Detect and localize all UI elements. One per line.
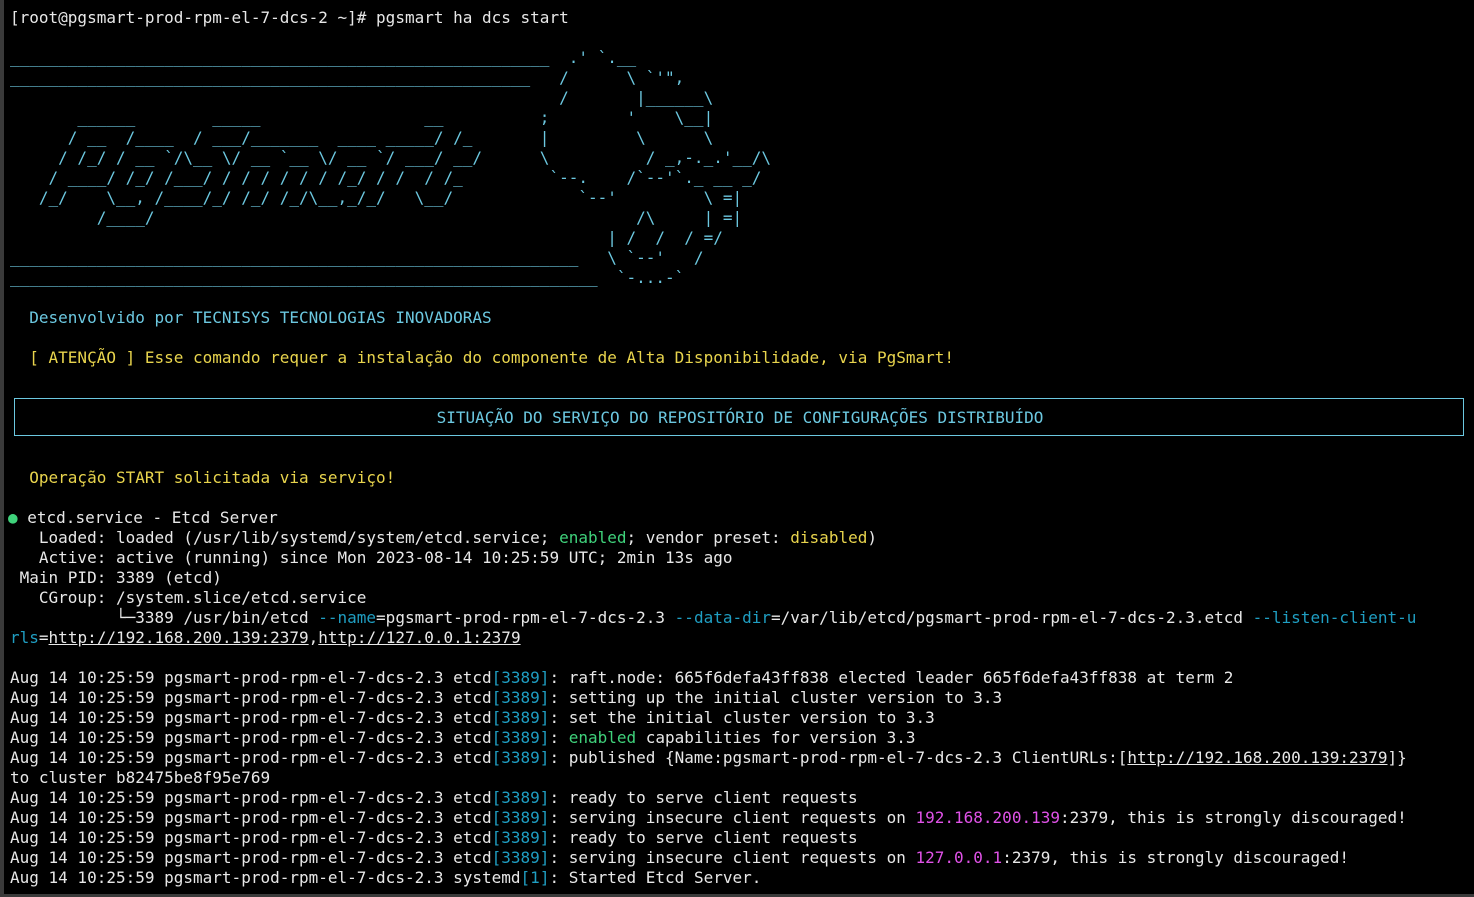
log-pid: [3389] (491, 808, 550, 827)
operation-message: Operação START solicitada via serviço! (10, 468, 396, 487)
banner-line: ________________________________________… (10, 248, 704, 267)
banner-line: / |______\ (10, 88, 714, 107)
log-prefix: Aug 14 10:25:59 pgsmart-prod-rpm-el-7-dc… (10, 688, 492, 707)
window-left-border (0, 0, 4, 897)
log-pid: [3389] (491, 748, 550, 767)
log-pid: [3389] (491, 848, 550, 867)
banner-line: / __ /____ / ___/_______ ____ _____/ /_ … (10, 128, 714, 147)
loaded-text: Loaded: loaded (/usr/lib/systemd/system/… (10, 528, 560, 547)
disabled-status: disabled (790, 528, 868, 547)
process-path: └─3389 /usr/bin/etcd (10, 608, 319, 627)
log-line: Aug 14 10:25:59 pgsmart-prod-rpm-el-7-dc… (10, 808, 1407, 828)
log-message: capabilities for version 3.3 (636, 728, 916, 747)
log-pid: [3389] (491, 668, 550, 687)
equals-sign: = (38, 628, 49, 647)
service-loaded-line: Loaded: loaded (/usr/lib/systemd/system/… (10, 528, 877, 548)
log-line: Aug 14 10:25:59 pgsmart-prod-rpm-el-7-dc… (10, 728, 916, 748)
log-line: Aug 14 10:25:59 pgsmart-prod-rpm-el-7-dc… (10, 668, 1233, 688)
service-unit-line: ● etcd.service - Etcd Server (8, 508, 278, 528)
log-line: Aug 14 10:25:59 pgsmart-prod-rpm-el-7-dc… (10, 708, 935, 728)
log-message: : ready to serve client requests (549, 788, 858, 807)
option-listen-client-urls-cont: rls (10, 628, 39, 647)
log-prefix: Aug 14 10:25:59 pgsmart-prod-rpm-el-7-dc… (10, 828, 492, 847)
log-message-end: :2379, this is strongly discouraged! (1059, 808, 1407, 827)
log-enabled-word: enabled (568, 728, 637, 747)
log-message: : published {Name:pgsmart-prod-rpm-el-7-… (549, 748, 1128, 767)
log-prefix: Aug 14 10:25:59 pgsmart-prod-rpm-el-7-dc… (10, 668, 492, 687)
service-process-line: └─3389 /usr/bin/etcd --name=pgsmart-prod… (10, 608, 1416, 628)
client-url-link[interactable]: http://127.0.0.1:2379 (318, 628, 520, 647)
log-line: Aug 14 10:25:59 pgsmart-prod-rpm-el-7-dc… (10, 748, 1407, 768)
log-message: : serving insecure client requests on (549, 848, 916, 867)
service-process-line-cont: rls=http://192.168.200.139:2379,http://1… (10, 628, 521, 648)
banner-line: ______ _____ __ ; ' \__| (10, 108, 714, 127)
log-prefix: Aug 14 10:25:59 pgsmart-prod-rpm-el-7-dc… (10, 728, 492, 747)
option-data-dir: --data-dir (674, 608, 771, 627)
comma-separator: , (308, 628, 319, 647)
log-prefix: Aug 14 10:25:59 pgsmart-prod-rpm-el-7-dc… (10, 748, 492, 767)
warning-message: [ ATENÇÃO ] Esse comando requer a instal… (10, 348, 955, 367)
log-pid: [3389] (491, 828, 550, 847)
service-cgroup-line: CGroup: /system.slice/etcd.service (10, 588, 367, 607)
banner-line: ________________________________________… (10, 48, 637, 67)
loaded-close: ) (867, 528, 877, 547)
log-line: Aug 14 10:25:59 pgsmart-prod-rpm-el-7-dc… (10, 828, 858, 848)
log-pid: [3389] (491, 708, 550, 727)
log-message: : Started Etcd Server. (549, 868, 762, 887)
log-message: : setting up the initial cluster version… (549, 688, 1003, 707)
vendor-preset-text: ; vendor preset: (626, 528, 791, 547)
enabled-status: enabled (559, 528, 627, 547)
banner-line: /____/ /\ | =| (10, 208, 743, 227)
client-url-link[interactable]: http://192.168.200.139:2379 (1127, 748, 1387, 767)
shell-prompt-line: [root@pgsmart-prod-rpm-el-7-dcs-2 ~]# pg… (10, 8, 569, 27)
log-line: Aug 14 10:25:59 pgsmart-prod-rpm-el-7-dc… (10, 788, 858, 808)
developer-credit: Desenvolvido por TECNISYS TECNOLOGIAS IN… (10, 308, 492, 327)
log-pid: [3389] (491, 788, 550, 807)
log-line: Aug 14 10:25:59 pgsmart-prod-rpm-el-7-dc… (10, 848, 1349, 868)
log-line: Aug 14 10:25:59 pgsmart-prod-rpm-el-7-dc… (10, 688, 1002, 708)
log-prefix: Aug 14 10:25:59 pgsmart-prod-rpm-el-7-dc… (10, 788, 492, 807)
option-listen-client-urls: --listen-client-u (1252, 608, 1417, 627)
service-active-line: Active: active (running) since Mon 2023-… (10, 548, 733, 567)
status-dot-icon: ● (8, 508, 18, 527)
log-ip-address: 127.0.0.1 (915, 848, 1003, 867)
log-ip-address: 192.168.200.139 (915, 808, 1060, 827)
service-pid-line: Main PID: 3389 (etcd) (10, 568, 222, 587)
log-pid: [1] (520, 868, 550, 887)
log-prefix: Aug 14 10:25:59 pgsmart-prod-rpm-el-7-dc… (10, 868, 521, 887)
log-message: : ready to serve client requests (549, 828, 858, 847)
service-unit-name: etcd.service - Etcd Server (17, 508, 278, 527)
log-message: : set the initial cluster version to 3.3 (549, 708, 935, 727)
log-pid: [3389] (491, 688, 550, 707)
option-name: --name (318, 608, 377, 627)
log-line: Aug 14 10:25:59 pgsmart-prod-rpm-el-7-dc… (10, 868, 761, 888)
banner-line: ________________________________________… (10, 268, 685, 287)
terminal-window[interactable]: [root@pgsmart-prod-rpm-el-7-dcs-2 ~]# pg… (0, 0, 1474, 897)
option-name-value: =pgsmart-prod-rpm-el-7-dcs-2.3 (376, 608, 675, 627)
banner-line: ________________________________________… (10, 68, 685, 87)
log-message: : serving insecure client requests on (549, 808, 916, 827)
log-message: : raft.node: 665f6defa43ff838 elected le… (549, 668, 1234, 687)
banner-line: /_/ \__, /____/_/ /_/ /_/\__,_/_/ \__/ `… (10, 188, 743, 207)
log-prefix: Aug 14 10:25:59 pgsmart-prod-rpm-el-7-dc… (10, 848, 492, 867)
service-status-header-title: SITUAÇÃO DO SERVIÇO DO REPOSITÓRIO DE CO… (436, 408, 1044, 427)
log-colon: : (549, 728, 569, 747)
option-data-dir-value: =/var/lib/etcd/pgsmart-prod-rpm-el-7-dcs… (771, 608, 1253, 627)
client-url-link[interactable]: http://192.168.200.139:2379 (49, 628, 309, 647)
banner-line: | / / / =/ (10, 228, 723, 247)
log-line-cont: to cluster b82475be8f95e769 (10, 768, 271, 787)
log-message-end: ]} (1387, 748, 1407, 767)
log-message-end: :2379, this is strongly discouraged! (1002, 848, 1349, 867)
banner-line: / ____/ /_/ /___/ / / / / / / /_/ / / / … (10, 168, 762, 187)
service-status-header-box: SITUAÇÃO DO SERVIÇO DO REPOSITÓRIO DE CO… (14, 398, 1464, 436)
banner-line: / /_/ / __ `/\__ \/ __ `__ \/ __ `/ ___/… (10, 148, 771, 167)
log-prefix: Aug 14 10:25:59 pgsmart-prod-rpm-el-7-dc… (10, 708, 492, 727)
log-prefix: Aug 14 10:25:59 pgsmart-prod-rpm-el-7-dc… (10, 808, 492, 827)
log-pid: [3389] (491, 728, 550, 747)
